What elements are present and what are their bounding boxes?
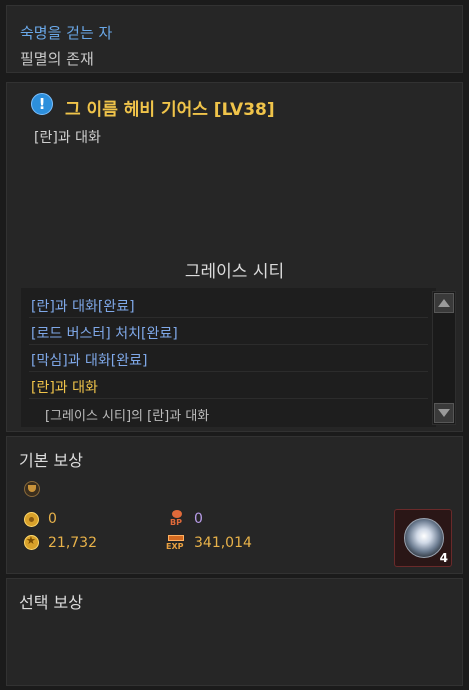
bp-icon: BP (168, 510, 186, 528)
quest-location: 그레이스 시티 (184, 262, 285, 282)
objective-item: [로드 버스터] 처치[완료] (31, 326, 178, 342)
bp-value: 0 (194, 511, 203, 527)
trophy-icon (24, 481, 40, 497)
exp-value: 341,014 (194, 535, 252, 551)
objective-divider (29, 317, 428, 318)
gold-coin-icon (24, 534, 39, 550)
objective-divider (29, 344, 428, 345)
choice-reward-panel: 선택 보상 (6, 578, 463, 686)
gold-value: 21,732 (48, 535, 97, 551)
exp-icon: EXP (166, 534, 188, 552)
basic-reward-panel: 기본 보상 0 BP 0 21,732 EXP 341,014 4 (6, 436, 463, 574)
quest-header-panel: 숙명을 걷는 자 필멸의 존재 (6, 5, 463, 73)
quest-chain-subtitle: 필멸의 존재 (20, 50, 94, 68)
objective-scrollbar[interactable] (432, 291, 456, 425)
quest-title: 그 이름 헤비 기어스 [LV38] (65, 100, 275, 120)
objective-divider (29, 371, 428, 372)
nut-coin-icon (24, 512, 39, 527)
objective-subitem: [그레이스 시티]의 [란]과 대화 (45, 409, 210, 424)
gem-item-icon (404, 518, 444, 558)
objective-item: [막심]과 대화[완료] (31, 353, 148, 369)
objective-list: [란]과 대화[완료] [로드 버스터] 처치[완료] [막심]과 대화[완료]… (21, 288, 436, 427)
scroll-down-button[interactable] (434, 403, 454, 423)
nut-value: 0 (48, 511, 57, 527)
objective-divider (29, 398, 428, 399)
triangle-down-icon (438, 409, 450, 417)
objective-item: [란]과 대화[완료] (31, 299, 135, 315)
quest-chain-title: 숙명을 걷는 자 (20, 24, 113, 42)
triangle-up-icon (438, 299, 450, 307)
exclamation-icon: ! (31, 93, 53, 115)
choice-reward-title: 선택 보상 (19, 593, 83, 612)
reward-item-slot[interactable]: 4 (394, 509, 452, 567)
scroll-up-button[interactable] (434, 293, 454, 313)
item-count: 4 (439, 551, 448, 565)
quest-detail-panel: ! 그 이름 헤비 기어스 [LV38] [란]과 대화 그레이스 시티 [란]… (6, 82, 463, 432)
basic-reward-title: 기본 보상 (19, 451, 83, 470)
quest-description: [란]과 대화 (34, 130, 101, 146)
objective-item-current: [란]과 대화 (31, 380, 98, 396)
